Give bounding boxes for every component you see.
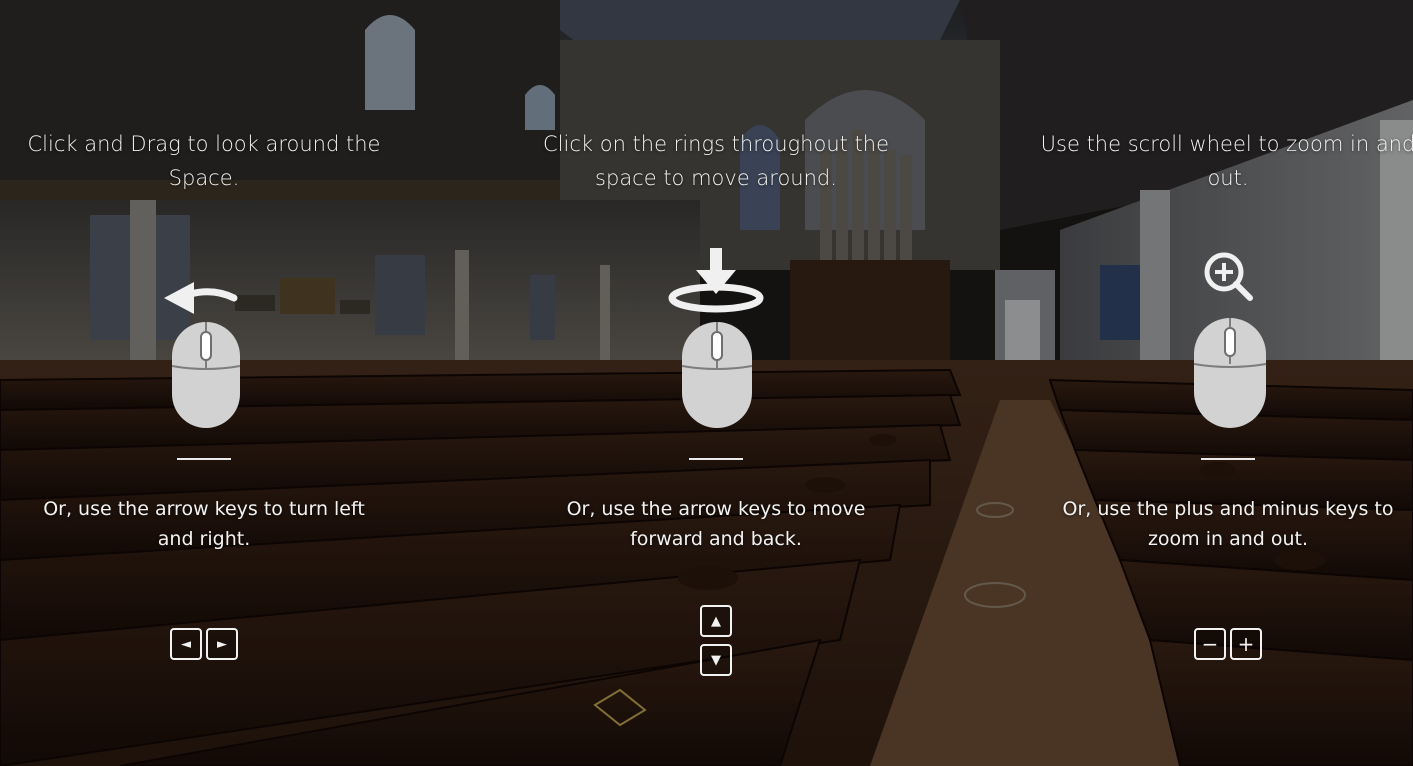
section-divider — [1201, 458, 1255, 460]
zoom-keys-instruction: Or, use the plus and minus keys to zoom … — [1062, 498, 1394, 550]
zoom-instruction: Use the scroll wheel to zoom in and out. — [1040, 132, 1413, 190]
tour-viewport[interactable]: Click and Drag to look around the Space.… — [0, 0, 1413, 766]
look-around-keys-instruction: Or, use the arrow keys to turn left and … — [43, 498, 365, 550]
right-arrow-key[interactable]: ► — [206, 628, 238, 660]
left-arrow-key[interactable]: ◄ — [170, 628, 202, 660]
help-panel-look-around: Click and Drag to look around the Space.… — [4, 0, 404, 766]
mouse-drag-icon — [164, 282, 241, 428]
plus-key[interactable]: + — [1230, 628, 1262, 660]
section-divider — [177, 458, 231, 460]
mouse-click-ring-icon — [668, 248, 764, 428]
down-arrow-key[interactable]: ▼ — [700, 644, 732, 676]
help-panel-move-around: Click on the rings throughout the space … — [516, 0, 916, 766]
mouse-scroll-zoom-icon — [1193, 252, 1267, 428]
move-keys: ▲ ▼ — [516, 605, 916, 676]
move-around-instruction: Click on the rings throughout the space … — [543, 132, 889, 190]
zoom-keys: − + — [1028, 628, 1413, 660]
up-arrow-key[interactable]: ▲ — [700, 605, 732, 637]
help-panel-zoom: Use the scroll wheel to zoom in and out.… — [1028, 0, 1413, 766]
minus-key[interactable]: − — [1194, 628, 1226, 660]
section-divider — [689, 458, 743, 460]
turn-keys: ◄ ► — [4, 628, 404, 660]
move-around-keys-instruction: Or, use the arrow keys to move forward a… — [566, 498, 866, 550]
look-around-instruction: Click and Drag to look around the Space. — [27, 132, 381, 190]
